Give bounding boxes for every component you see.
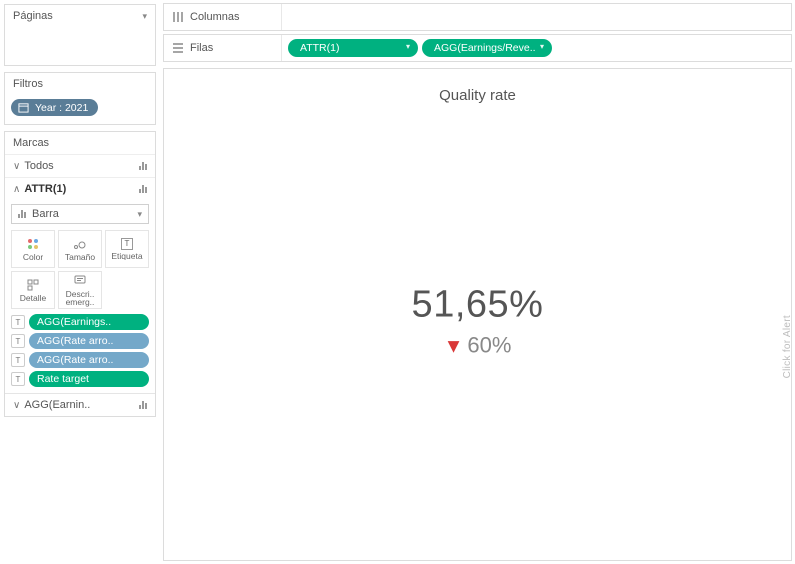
label-icon: T (121, 238, 133, 250)
mark-type-label: Barra (32, 208, 59, 220)
marks-title: Marcas (13, 137, 49, 149)
bar-chart-icon (18, 210, 26, 218)
field-pill-3[interactable]: T Rate target (11, 371, 149, 387)
filter-pill-label: Year : 2021 (35, 102, 88, 114)
marks-tooltip-label: Descri.. emerg.. (60, 290, 100, 307)
text-icon: T (11, 372, 25, 386)
viz-target-row: ▼60% (412, 332, 544, 358)
marks-attr-label: ATTR(1) (24, 183, 139, 195)
marks-attr-row[interactable]: ∧ ATTR(1) (5, 177, 155, 200)
marks-color-label: Color (23, 253, 43, 262)
bar-chart-icon (139, 162, 147, 170)
tooltip-icon (73, 274, 87, 288)
marks-tooltip-button[interactable]: Descri.. emerg.. (58, 271, 102, 309)
marks-all-row[interactable]: ∨ Todos (5, 154, 155, 177)
marks-panel: Marcas ∨ Todos ∧ ATTR(1) Barra ▾ Colo (4, 131, 156, 417)
marks-agg-row[interactable]: ∨ AGG(Earnin.. (5, 393, 155, 416)
filter-icon (17, 101, 30, 114)
row-pill-1[interactable]: AGG(Earnings/Reve.. (422, 39, 552, 57)
chevron-up-icon: ∧ (13, 184, 20, 195)
mark-type-dropdown[interactable]: Barra ▾ (11, 204, 149, 224)
pages-panel[interactable]: Páginas ▾ (4, 4, 156, 66)
marks-label-button[interactable]: T Etiqueta (105, 230, 149, 268)
text-icon: T (11, 353, 25, 367)
filter-pill-year[interactable]: Year : 2021 (11, 99, 98, 116)
marks-all-label: Todos (24, 160, 139, 172)
chevron-down-icon: ▾ (142, 11, 147, 22)
columns-shelf[interactable]: Columnas (163, 3, 792, 31)
viz-title: Quality rate (439, 87, 516, 104)
bar-chart-icon (139, 185, 147, 193)
chevron-down-icon: ∨ (13, 400, 20, 411)
rows-label: Filas (190, 42, 213, 54)
field-pill-label: AGG(Rate arro.. (29, 333, 149, 349)
pages-title: Páginas (13, 10, 53, 22)
chevron-down-icon: ∨ (13, 161, 20, 172)
viz-target: 60% (467, 332, 511, 357)
field-pill-1[interactable]: T AGG(Rate arro.. (11, 333, 149, 349)
marks-label-text: Etiqueta (111, 252, 142, 261)
field-pill-label: AGG(Earnings.. (29, 314, 149, 330)
marks-detail-button[interactable]: Detalle (11, 271, 55, 309)
marks-color-button[interactable]: Color (11, 230, 55, 268)
columns-label: Columnas (190, 11, 240, 23)
chevron-down-icon: ▾ (137, 209, 142, 220)
detail-icon (26, 278, 40, 292)
field-pill-label: Rate target (29, 371, 149, 387)
field-pill-0[interactable]: T AGG(Earnings.. (11, 314, 149, 330)
filters-title: Filtros (13, 78, 43, 90)
marks-agg-label: AGG(Earnin.. (24, 399, 139, 411)
color-icon (26, 237, 40, 251)
columns-icon (172, 11, 184, 23)
down-arrow-icon: ▼ (444, 335, 464, 357)
row-pill-0[interactable]: ATTR(1) (288, 39, 418, 57)
text-icon: T (11, 315, 25, 329)
viz-value: 51,65% (412, 283, 544, 326)
rows-shelf[interactable]: Filas ATTR(1) AGG(Earnings/Reve.. (163, 34, 792, 62)
field-pill-label: AGG(Rate arro.. (29, 352, 149, 368)
text-icon: T (11, 334, 25, 348)
filters-panel: Filtros Year : 2021 (4, 72, 156, 125)
marks-size-label: Tamaño (65, 253, 95, 262)
bar-chart-icon (139, 401, 147, 409)
marks-detail-label: Detalle (20, 294, 46, 303)
marks-size-button[interactable]: Tamaño (58, 230, 102, 268)
rows-icon (172, 42, 184, 54)
alert-label[interactable]: Click for Alert (782, 315, 793, 378)
field-pill-2[interactable]: T AGG(Rate arro.. (11, 352, 149, 368)
size-icon (73, 237, 87, 251)
viz-canvas: Quality rate 51,65% ▼60% Click for Alert (163, 68, 792, 561)
